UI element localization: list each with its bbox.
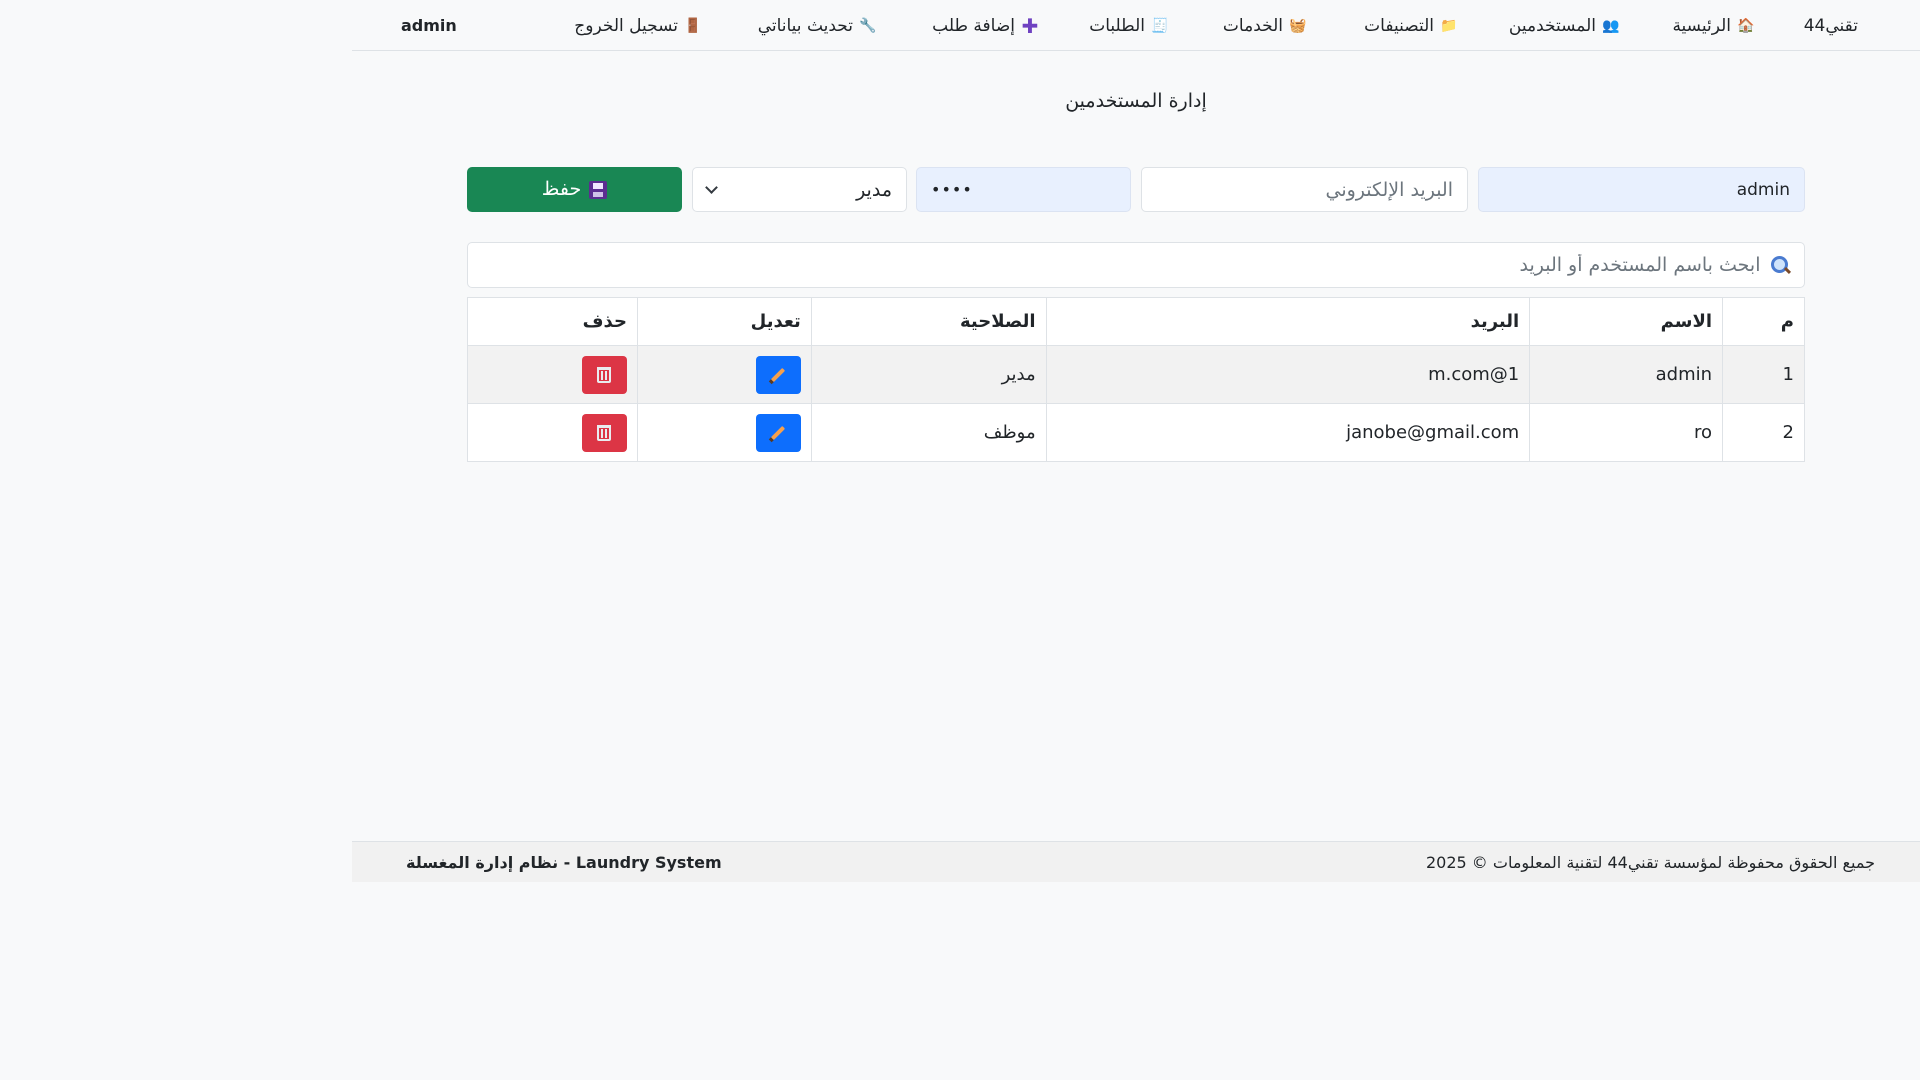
cell-role: موظف [810,403,1047,462]
footer: جميع الحقوق محفوظة لمؤسسة تقني44 لتقنية … [352,841,1920,882]
search-input[interactable] [482,254,1761,276]
header-email: البريد [1045,297,1531,346]
nav-item-orders[interactable]: 🧾 الطلبات [1089,0,1169,51]
table-row: 1 admin m.com@1 مدير [467,345,1805,404]
cell-name: admin [1529,345,1724,404]
nav-item-categories[interactable]: 📁 التصنيفات [1364,0,1458,51]
header-name: الاسم [1529,297,1724,346]
pencil-icon [771,425,786,440]
wrench-icon: 🔧 [859,17,877,34]
nav-item-label: إضافة طلب [932,15,1015,36]
footer-app-name: Laundry System - نظام إدارة المغسلة [406,853,722,872]
nav-item-services[interactable]: 🧺 الخدمات [1223,0,1307,51]
password-field[interactable] [916,167,1131,212]
page-title: إدارة المستخدمين [1065,90,1207,112]
username-field[interactable] [1478,167,1805,212]
footer-copyright: جميع الحقوق محفوظة لمؤسسة تقني44 لتقنية … [1426,853,1875,872]
house-icon: 🏠 [1737,17,1755,34]
table-header-row: م الاسم البريد الصلاحية تعديل حذف [467,297,1805,346]
basket-icon: 🧺 [1289,17,1307,34]
nav-item-logout[interactable]: 🚪 تسجيل الخروج [574,0,702,51]
header-delete: حذف [467,297,638,346]
role-select[interactable]: مدير [692,167,907,212]
folder-icon: 📁 [1440,17,1458,34]
cell-delete [467,345,638,404]
trash-icon [597,366,612,383]
header-num: م [1722,297,1805,346]
cell-num: 1 [1722,345,1805,404]
search-box[interactable] [467,242,1805,288]
nav-item-users[interactable]: 👥 المستخدمين [1509,0,1620,51]
nav-item-label: تسجيل الخروج [574,15,678,36]
nav-item-update-profile[interactable]: 🔧 تحديث بياناتي [758,0,877,51]
nav-item-label: المستخدمين [1508,15,1596,36]
cell-name: ro [1529,403,1724,462]
save-button-label: حفظ [541,179,582,200]
pencil-icon [771,367,786,382]
delete-button[interactable] [581,413,627,452]
password-input[interactable] [931,180,1116,199]
cell-edit [636,345,812,404]
edit-button[interactable] [755,355,801,394]
chevron-down-icon [705,180,718,194]
receipt-icon: 🧾 [1151,17,1169,34]
table-row: 2 ro janobe@gmail.com موظف [467,403,1805,462]
cell-num: 2 [1722,403,1805,462]
floppy-disk-icon [589,180,608,199]
save-button[interactable]: حفظ [467,167,682,212]
users-table: م الاسم البريد الصلاحية تعديل حذف 1 admi… [467,297,1805,462]
search-icon [1769,254,1791,276]
edit-button[interactable] [755,413,801,452]
header-edit: تعديل [636,297,812,346]
nav-brand[interactable]: تقني44 [1804,0,1858,51]
nav-item-label: الرئيسية [1672,15,1731,36]
cell-delete [467,403,638,462]
cell-role: مدير [810,345,1047,404]
navbar: تقني44 🏠 الرئيسية 👥 المستخدمين 📁 التصنيف… [352,0,1920,51]
nav-item-label: الخدمات [1222,15,1283,36]
cell-edit [636,403,812,462]
username-input[interactable] [1493,179,1790,200]
nav-item-label: تحديث بياناتي [757,15,853,36]
cell-email: janobe@gmail.com [1045,403,1531,462]
delete-button[interactable] [581,355,627,394]
users-icon: 👥 [1602,17,1620,34]
email-input[interactable] [1156,178,1453,201]
role-select-value: مدير [856,178,892,201]
nav-item-home[interactable]: 🏠 الرئيسية [1672,0,1755,51]
nav-item-label: الطلبات [1089,15,1145,36]
door-icon: 🚪 [684,17,702,34]
nav-item-add-order[interactable]: ✚ إضافة طلب [932,0,1039,51]
header-role: الصلاحية [810,297,1047,346]
cell-email: m.com@1 [1045,345,1531,404]
email-field[interactable] [1141,167,1468,212]
current-user: admin [401,16,457,35]
brand-label: تقني44 [1803,15,1858,36]
nav-item-label: التصنيفات [1364,15,1434,36]
trash-icon [597,424,612,441]
plus-icon: ✚ [1021,13,1039,38]
